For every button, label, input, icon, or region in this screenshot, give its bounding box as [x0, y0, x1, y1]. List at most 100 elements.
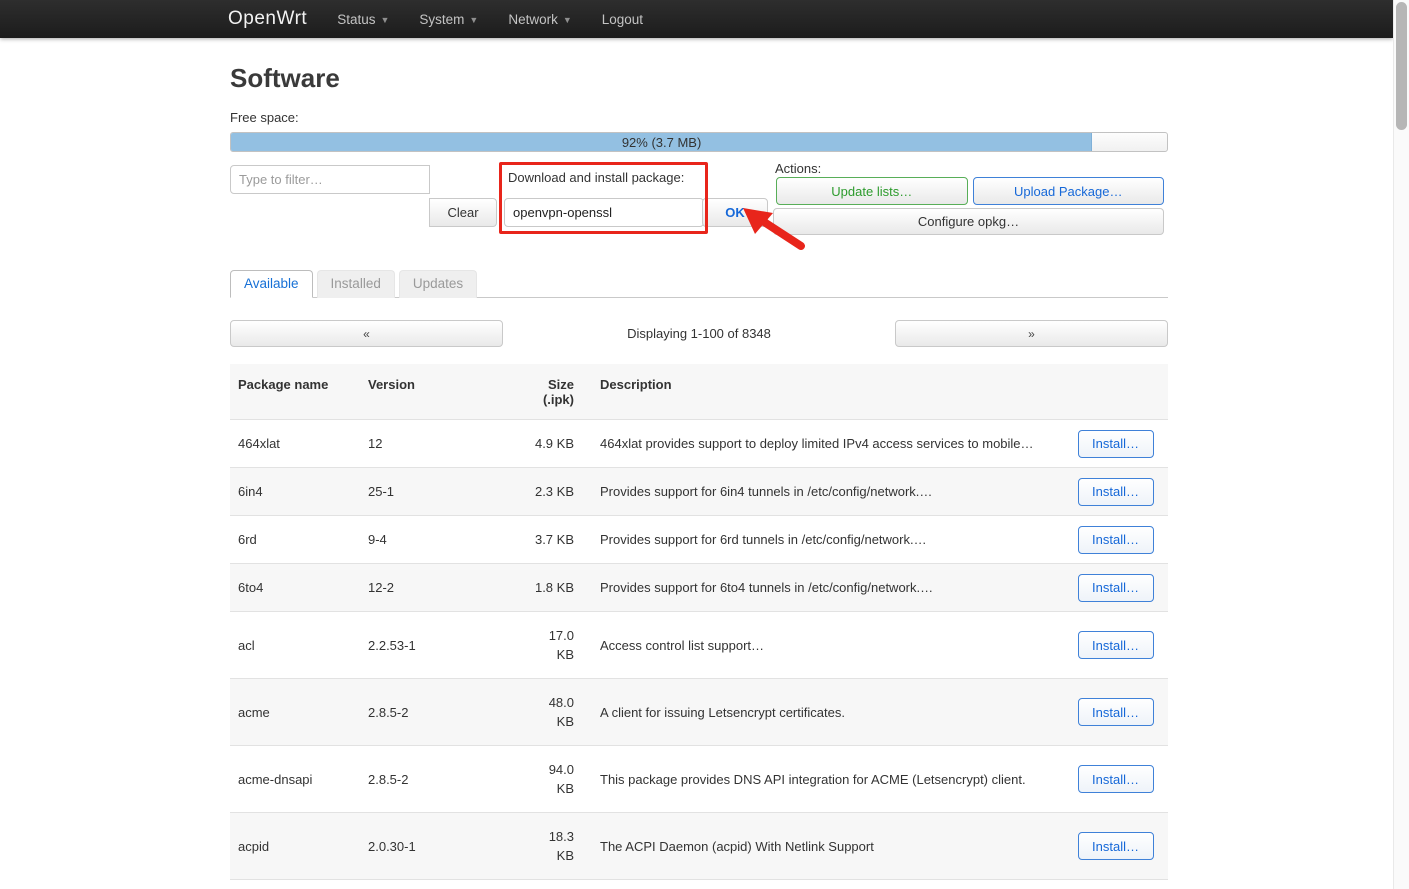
table-row: 6to4 12-2 1.8 KB Provides support for 6t… [230, 564, 1168, 612]
package-description-cell: A client for issuing Letsencrypt certifi… [582, 679, 1063, 746]
package-description-cell: The ACPI Daemon (acpid) With Netlink Sup… [582, 813, 1063, 880]
package-name-cell: acme [230, 679, 360, 746]
package-size-cell: 4.9 KB [522, 420, 582, 468]
package-size-cell: 48.0 KB [522, 679, 582, 746]
install-button[interactable]: Install… [1078, 765, 1154, 793]
package-size-cell: 3.7 KB [522, 516, 582, 564]
install-button[interactable]: Install… [1078, 478, 1154, 506]
nav-item-network[interactable]: Network ▼ [508, 12, 571, 27]
caret-down-icon: ▼ [563, 15, 572, 25]
upload-package-button[interactable]: Upload Package… [973, 177, 1165, 205]
nav-item-system[interactable]: System ▼ [419, 12, 478, 27]
free-space-value: 92% (3.7 MB) [231, 133, 1092, 151]
table-row: acpid 2.0.30-1 18.3 KB The ACPI Daemon (… [230, 813, 1168, 880]
pagination: « Displaying 1-100 of 8348 » [230, 320, 1168, 347]
caret-down-icon: ▼ [469, 15, 478, 25]
package-name-cell: acpid [230, 813, 360, 880]
package-description-cell: This package provides DNS API integratio… [582, 746, 1063, 813]
package-description-cell: Provides support for 6to4 tunnels in /et… [582, 564, 1063, 612]
table-row: acme-dnsapi 2.8.5-2 94.0 KB This package… [230, 746, 1168, 813]
package-size-cell: 94.0 KB [522, 746, 582, 813]
tab-installed[interactable]: Installed [317, 270, 395, 298]
package-description-cell: 464xlat provides support to deploy limit… [582, 420, 1063, 468]
download-package-input[interactable] [504, 198, 704, 227]
configure-opkg-button[interactable]: Configure opkg… [773, 208, 1164, 235]
package-name-cell: 6to4 [230, 564, 360, 612]
next-page-button[interactable]: » [895, 320, 1168, 347]
header-actions [1063, 364, 1168, 420]
nav-item-label: Status [337, 12, 375, 27]
nav-item-label: Network [508, 12, 558, 27]
package-table: Package name Version Size (.ipk) Descrip… [230, 364, 1168, 889]
package-version-cell: 12-2 [360, 564, 522, 612]
header-description: Description [582, 364, 1063, 420]
nav-item-label: Logout [602, 12, 643, 27]
actions-row-2: Configure opkg… [773, 208, 1164, 235]
package-size-cell: 1.8 KB [522, 564, 582, 612]
package-version-cell: 2.0.30-1 [360, 813, 522, 880]
package-size-cell: 18.3 KB [522, 813, 582, 880]
package-name-cell: 6in4 [230, 468, 360, 516]
install-button[interactable]: Install… [1078, 430, 1154, 458]
package-version-cell: 2.8.5-2 [360, 679, 522, 746]
install-button[interactable]: Install… [1078, 832, 1154, 860]
install-button[interactable]: Install… [1078, 526, 1154, 554]
prev-page-button[interactable]: « [230, 320, 503, 347]
package-version-cell: 9-4 [360, 516, 522, 564]
nav-item-logout[interactable]: Logout [602, 12, 643, 27]
package-description-cell: Provides support for 6rd tunnels in /etc… [582, 516, 1063, 564]
top-navbar: OpenWrt Status ▼ System ▼ Network ▼ Logo… [0, 0, 1393, 38]
table-row: 6in4 25-1 2.3 KB Provides support for 6i… [230, 468, 1168, 516]
tab-updates[interactable]: Updates [399, 270, 477, 298]
update-lists-button[interactable]: Update lists… [776, 177, 968, 205]
tab-bar: Available Installed Updates [230, 270, 1168, 298]
actions-label: Actions: [775, 161, 821, 176]
openwrt-logo[interactable]: OpenWrt [228, 8, 307, 30]
package-size-cell: 2.3 KB [522, 468, 582, 516]
package-name-cell: adb [230, 880, 360, 889]
table-row: acme 2.8.5-2 48.0 KB A client for issuin… [230, 679, 1168, 746]
header-version: Version [360, 364, 522, 420]
package-description-cell: Provides support for 6in4 tunnels in /et… [582, 468, 1063, 516]
install-button[interactable]: Install… [1078, 574, 1154, 602]
nav-item-label: System [419, 12, 464, 27]
package-size-cell: 48.9 KB [522, 880, 582, 889]
package-version-cell: 25-1 [360, 468, 522, 516]
clear-filter-button[interactable]: Clear [429, 198, 497, 227]
package-size-cell: 17.0 KB [522, 612, 582, 679]
software-page: Software Free space: 92% (3.7 MB) Filter… [230, 63, 1168, 889]
install-button[interactable]: Install… [1078, 698, 1154, 726]
scrollbar-thumb[interactable] [1396, 2, 1407, 130]
filter-input[interactable] [230, 165, 430, 194]
package-description-cell: Access control list support… [582, 612, 1063, 679]
free-space-label: Free space: [230, 110, 1168, 125]
table-row: adb android.5.0.2_r1-3 48.9 KB Android D… [230, 880, 1168, 889]
package-name-cell: 464xlat [230, 420, 360, 468]
controls-row: Filter: Clear Download and install packa… [230, 165, 1168, 251]
download-package-label: Download and install package: [508, 170, 684, 185]
table-row: 6rd 9-4 3.7 KB Provides support for 6rd … [230, 516, 1168, 564]
tab-available[interactable]: Available [230, 270, 313, 298]
package-name-cell: acl [230, 612, 360, 679]
package-description-cell: Android Debug Bridge (adb) is a versatil… [582, 880, 1063, 889]
actions-row: Update lists… Upload Package… [776, 177, 1164, 205]
table-row: acl 2.2.53-1 17.0 KB Access control list… [230, 612, 1168, 679]
header-package-name: Package name [230, 364, 360, 420]
package-version-cell: 12 [360, 420, 522, 468]
package-name-cell: acme-dnsapi [230, 746, 360, 813]
ok-button[interactable]: OK [702, 198, 768, 227]
nav-item-status[interactable]: Status ▼ [337, 12, 389, 27]
table-header: Package name Version Size (.ipk) Descrip… [230, 364, 1168, 420]
package-version-cell: 2.8.5-2 [360, 746, 522, 813]
caret-down-icon: ▼ [380, 15, 389, 25]
scrollbar[interactable] [1393, 0, 1409, 889]
page-title: Software [230, 63, 1168, 94]
table-row: 464xlat 12 4.9 KB 464xlat provides suppo… [230, 420, 1168, 468]
package-version-cell: 2.2.53-1 [360, 612, 522, 679]
package-version-cell: android.5.0.2_r1-3 [360, 880, 522, 889]
free-space-progressbar: 92% (3.7 MB) [230, 132, 1168, 152]
header-size: Size (.ipk) [522, 364, 582, 420]
pagination-status: Displaying 1-100 of 8348 [503, 326, 895, 341]
package-table-body: 464xlat 12 4.9 KB 464xlat provides suppo… [230, 420, 1168, 889]
install-button[interactable]: Install… [1078, 631, 1154, 659]
